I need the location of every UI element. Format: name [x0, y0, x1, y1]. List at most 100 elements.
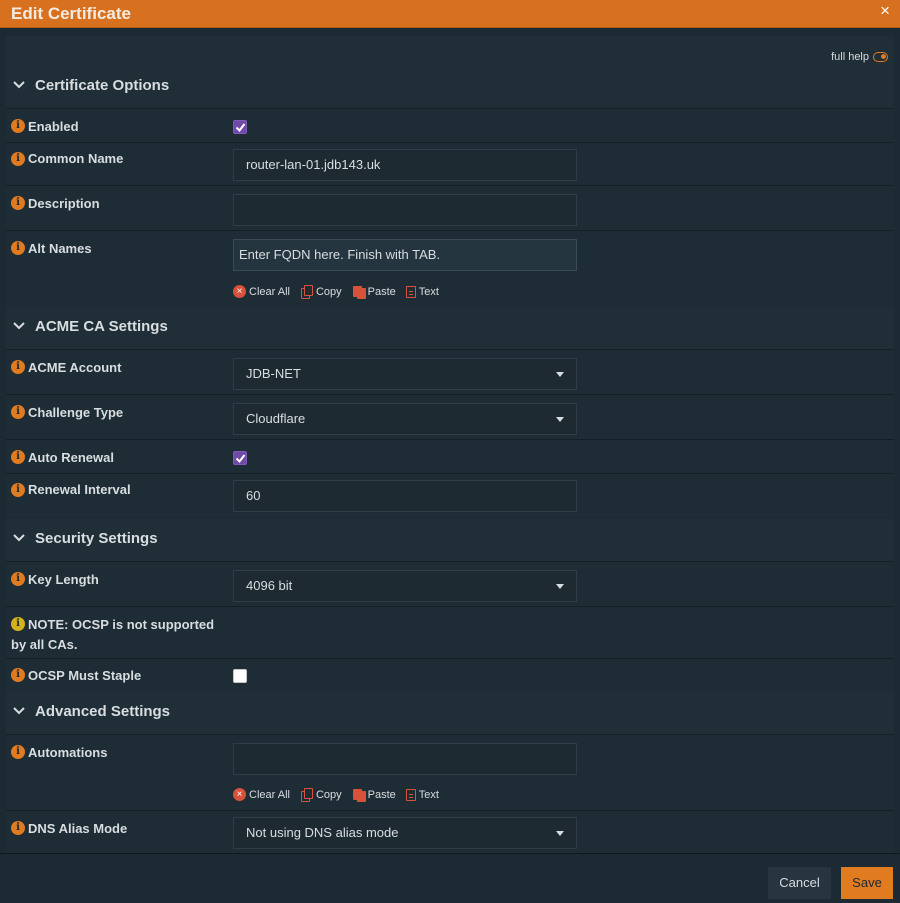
paste-button[interactable]: Paste: [352, 788, 396, 802]
field-label: Auto Renewal: [28, 450, 114, 465]
info-icon[interactable]: i: [11, 241, 25, 255]
caret-down-icon: [556, 372, 564, 377]
dialog-title: Edit Certificate: [11, 4, 131, 23]
row-enabled: i Enabled: [6, 108, 894, 142]
row-dns-alias-mode: i DNS Alias Mode Not using DNS alias mod…: [6, 810, 894, 855]
text-button[interactable]: Text: [405, 285, 439, 298]
section-acme-ca-settings[interactable]: ACME CA Settings: [6, 308, 894, 348]
row-ocsp-must-staple: i OCSP Must Staple: [6, 658, 894, 692]
section-title: Advanced Settings: [35, 703, 171, 720]
checkmark-icon: [235, 454, 246, 464]
info-icon[interactable]: i: [11, 450, 25, 464]
copy-button[interactable]: Copy: [300, 285, 342, 299]
select-value: 4096 bit: [246, 578, 293, 593]
clear-all-button[interactable]: × Clear All: [233, 285, 290, 298]
copy-icon: [300, 788, 313, 802]
info-icon[interactable]: i: [11, 152, 25, 166]
row-description: i Description: [6, 185, 894, 230]
alt-names-input[interactable]: Enter FQDN here. Finish with TAB.: [233, 239, 577, 271]
info-icon[interactable]: i: [11, 668, 25, 682]
row-challenge-type: i Challenge Type Cloudflare: [6, 394, 894, 439]
section-advanced-settings[interactable]: Advanced Settings: [6, 693, 894, 733]
caret-down-icon: [556, 417, 564, 422]
info-icon[interactable]: i: [11, 821, 25, 835]
clear-icon: ×: [233, 788, 246, 801]
dns-alias-mode-select[interactable]: Not using DNS alias mode: [233, 817, 577, 849]
alt-names-tools: × Clear All Copy Paste Text: [233, 285, 439, 299]
info-icon[interactable]: i: [11, 119, 25, 133]
info-icon[interactable]: i: [11, 405, 25, 419]
dialog-body: full help Certificate Options i Enabled …: [0, 28, 900, 855]
info-icon[interactable]: i: [11, 483, 25, 497]
dialog-titlebar: Edit Certificate ×: [0, 0, 900, 28]
info-icon[interactable]: i: [11, 360, 25, 374]
enabled-checkbox[interactable]: [233, 120, 247, 134]
clear-all-label: Clear All: [249, 285, 290, 298]
chevron-down-icon: [13, 534, 25, 542]
field-label: Challenge Type: [28, 405, 124, 420]
cancel-button[interactable]: Cancel: [768, 867, 831, 899]
description-input[interactable]: [233, 194, 577, 226]
paste-button[interactable]: Paste: [352, 285, 396, 299]
paste-icon: [352, 788, 366, 802]
dialog-footer: Cancel Save: [0, 853, 900, 903]
info-icon[interactable]: i: [11, 745, 25, 759]
text-label: Text: [418, 285, 439, 298]
auto-renewal-checkbox[interactable]: [233, 451, 247, 465]
field-label: Enabled: [28, 119, 79, 134]
chevron-down-icon: [13, 81, 25, 89]
section-certificate-options[interactable]: Certificate Options: [6, 67, 894, 107]
chevron-down-icon: [13, 322, 25, 330]
copy-icon: [300, 285, 313, 299]
caret-down-icon: [556, 584, 564, 589]
info-icon[interactable]: i: [11, 196, 25, 210]
toggle-icon: [873, 52, 888, 62]
paste-label: Paste: [367, 285, 396, 298]
full-help-label: full help: [831, 51, 869, 63]
copy-label: Copy: [315, 788, 342, 801]
close-icon[interactable]: ×: [880, 1, 890, 21]
field-label: ACME Account: [28, 360, 122, 375]
automations-input[interactable]: [233, 743, 577, 775]
row-ocsp-note: i NOTE: OCSP is not supported by all CAs…: [6, 606, 894, 658]
common-name-input[interactable]: router-lan-01.jdb143.uk: [233, 149, 577, 181]
copy-button[interactable]: Copy: [300, 788, 342, 802]
field-label: Key Length: [28, 572, 99, 587]
select-value: JDB-NET: [246, 366, 301, 381]
text-icon: [405, 788, 416, 801]
clear-all-button[interactable]: × Clear All: [233, 788, 290, 801]
section-title: ACME CA Settings: [35, 318, 168, 335]
section-title: Certificate Options: [35, 77, 170, 94]
ocsp-must-staple-checkbox[interactable]: [233, 669, 247, 683]
automations-tools: × Clear All Copy Paste Text: [233, 788, 439, 802]
field-label: OCSP Must Staple: [28, 668, 142, 683]
field-label: Automations: [28, 745, 108, 760]
row-auto-renewal: i Auto Renewal: [6, 439, 894, 473]
info-icon[interactable]: i: [11, 572, 25, 586]
section-title: Security Settings: [35, 530, 158, 547]
challenge-type-select[interactable]: Cloudflare: [233, 403, 577, 435]
clear-icon: ×: [233, 285, 246, 298]
copy-label: Copy: [315, 285, 342, 298]
field-label: DNS Alias Mode: [28, 821, 128, 836]
full-help-toggle[interactable]: full help: [831, 51, 888, 63]
acme-account-select[interactable]: JDB-NET: [233, 358, 577, 390]
row-alt-names: i Alt Names Enter FQDN here. Finish with…: [6, 230, 894, 307]
row-renewal-interval: i Renewal Interval 60: [6, 473, 894, 519]
caret-down-icon: [556, 831, 564, 836]
save-button[interactable]: Save: [841, 867, 893, 899]
field-label: Common Name: [28, 151, 124, 166]
select-value: Not using DNS alias mode: [246, 825, 399, 840]
renewal-interval-input[interactable]: 60: [233, 480, 577, 512]
text-button[interactable]: Text: [405, 788, 439, 801]
paste-label: Paste: [367, 788, 396, 801]
field-label: Alt Names: [28, 241, 92, 256]
row-key-length: i Key Length 4096 bit: [6, 561, 894, 606]
field-label: Description: [28, 196, 100, 211]
select-value: Cloudflare: [246, 411, 306, 426]
key-length-select[interactable]: 4096 bit: [233, 570, 577, 602]
paste-icon: [352, 285, 366, 299]
section-security-settings[interactable]: Security Settings: [6, 520, 894, 560]
clear-all-label: Clear All: [249, 788, 290, 801]
text-label: Text: [418, 788, 439, 801]
